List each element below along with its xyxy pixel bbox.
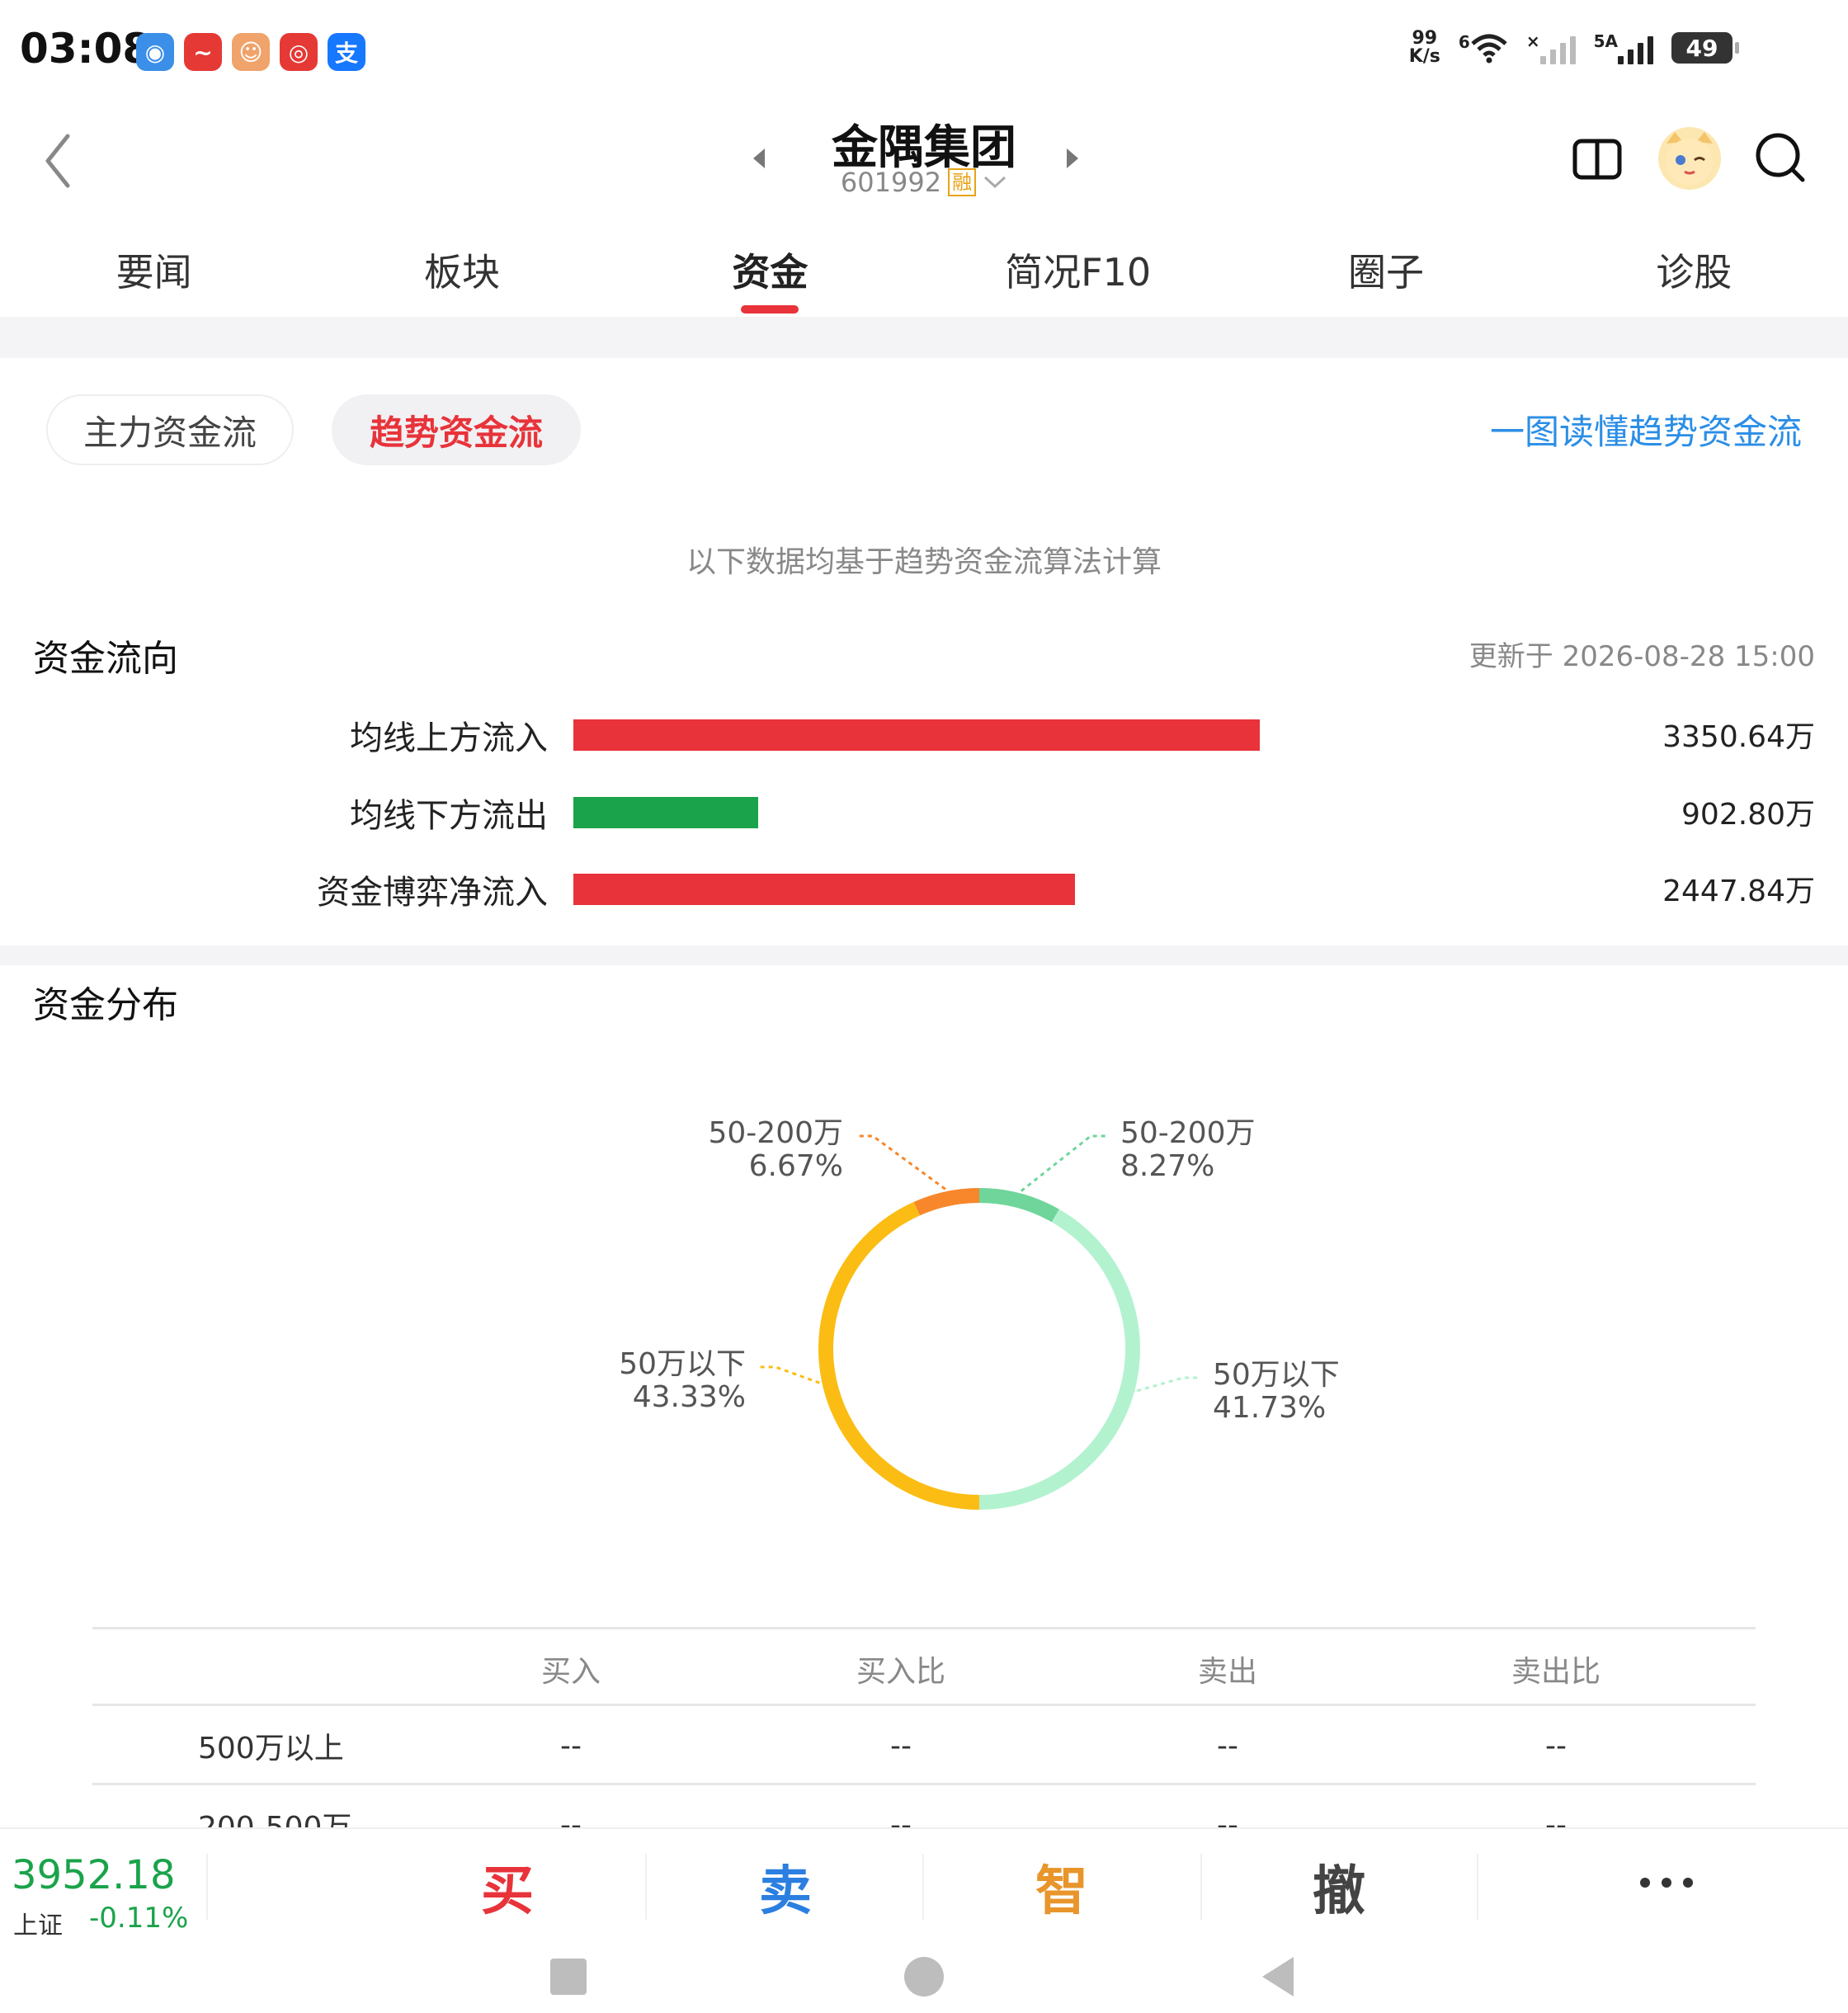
donut-slice-label: 50-200万 [708, 1116, 843, 1150]
tab-sector[interactable]: 板块 [308, 223, 615, 314]
flow-row-inflow: 均线上方流入 3350.64万 [0, 706, 1848, 757]
notification-app-icons: ◉ ~ ☺ ◎ 支 [136, 33, 365, 71]
algorithm-note: 以下数据均基于趋势资金流算法计算 [686, 545, 1162, 579]
index-price: 3952.18 [12, 1852, 176, 1898]
cell-sell-ratio: -- [1545, 1728, 1567, 1763]
donut-slice [913, 1188, 980, 1216]
chevron-down-icon [984, 176, 1006, 189]
home-button[interactable] [904, 1957, 944, 1996]
section-divider [0, 945, 1848, 965]
next-stock-icon[interactable] [1060, 142, 1085, 175]
separator [1200, 1854, 1202, 1920]
tab-news[interactable]: 要闻 [0, 223, 308, 314]
system-back-button[interactable] [1262, 1957, 1294, 1996]
donut-slice-percent: 6.67% [749, 1149, 843, 1183]
flow-value: 3350.64万 [1662, 720, 1815, 754]
game-app-icon: ☺ [232, 33, 270, 71]
tab-funds[interactable]: 资金 [616, 223, 924, 314]
status-time: 03:08 [20, 25, 152, 73]
cancel-order-button[interactable]: 撤 [1256, 1846, 1421, 1928]
update-time: 更新于 2026-08-28 15:00 [1468, 640, 1815, 673]
donut-slice [978, 1209, 1140, 1510]
stock-code: 601992 [840, 167, 942, 198]
separator [1477, 1854, 1478, 1920]
donut-slice-percent: 8.27% [1120, 1149, 1214, 1183]
flow-bar [573, 874, 1075, 905]
header-buy: 买入 [540, 1655, 601, 1689]
donut-leader-line [856, 1134, 946, 1190]
status-indicators: 99 K/s 6 × 5A 49 [1408, 28, 1739, 67]
fund-flow-title: 资金流向 [33, 638, 178, 680]
system-nav-bar [0, 1939, 1848, 2013]
table-header: 买入 买入比 卖出 卖出比 [92, 1627, 1756, 1706]
stock-code-row[interactable]: 601992 融 [0, 167, 1848, 198]
row-label: 500万以上 [198, 1732, 344, 1766]
flow-value: 2447.84万 [1662, 874, 1815, 908]
donut-leader-line [1020, 1134, 1107, 1192]
separator [922, 1854, 924, 1920]
stock-header: 金隅集团 601992 融 [0, 107, 1848, 214]
header-sell: 卖出 [1197, 1655, 1257, 1689]
flow-label: 均线下方流出 [350, 797, 548, 835]
donut-slice-percent: 43.33% [633, 1380, 746, 1414]
wifi-icon: 6 [1459, 32, 1508, 64]
trend-flow-guide-link[interactable]: 一图读懂趋势资金流 [1490, 404, 1802, 455]
tab-f10-overview[interactable]: 简况F10 [924, 223, 1232, 314]
header-sell-ratio: 卖出比 [1511, 1655, 1600, 1689]
header-buy-ratio: 买入比 [856, 1655, 945, 1689]
flow-bar [573, 797, 759, 828]
buy-button[interactable]: 买 [425, 1846, 590, 1928]
donut-slice [978, 1188, 1059, 1223]
subtab-trend-fund-flow[interactable]: 趋势资金流 [332, 394, 581, 465]
browser-app-icon: ◉ [136, 33, 174, 71]
tab-community[interactable]: 圈子 [1232, 223, 1539, 314]
table-row: 500万以上 -- -- -- -- [92, 1706, 1756, 1785]
flow-row-outflow: 均线下方流出 902.80万 [0, 784, 1848, 835]
more-icon[interactable] [1629, 1862, 1704, 1903]
donut-slice-percent: 41.73% [1213, 1391, 1326, 1425]
avatar[interactable] [1658, 127, 1721, 190]
donut-slice-label: 50-200万 [1120, 1116, 1256, 1150]
signal-sim1-icon: × [1526, 31, 1576, 64]
index-name: 上证 [13, 1912, 63, 1940]
flow-value: 902.80万 [1681, 798, 1815, 832]
donut-leader-line [759, 1365, 820, 1384]
subtab-main-fund-flow[interactable]: 主力资金流 [46, 394, 294, 465]
tab-diagnosis[interactable]: 诊股 [1540, 223, 1848, 314]
fund-distribution-donut-chart: 50-200万8.27%50万以下41.73%50万以下43.33%50-200… [619, 1116, 1340, 1510]
split-view-icon[interactable] [1572, 136, 1623, 182]
active-tab-indicator [741, 305, 799, 314]
donut-slice [818, 1201, 980, 1510]
network-speed: 99 K/s [1408, 28, 1440, 67]
flow-label: 均线上方流入 [350, 719, 548, 757]
flow-bar [573, 719, 1260, 751]
fund-distribution-title: 资金分布 [33, 984, 178, 1026]
signal-sim2-icon: 5A [1594, 31, 1653, 64]
trade-bar: 3952.18 上证 -0.11% 买 卖 智 撤 [0, 1827, 1848, 1940]
donut-slice-label: 50万以下 [1213, 1358, 1340, 1392]
separator [645, 1854, 647, 1920]
margin-trading-badge: 融 [948, 168, 977, 196]
flow-label: 资金博弈净流入 [317, 874, 548, 912]
stock-app-icon: ~ [184, 33, 222, 71]
index-change: -0.11% [89, 1902, 189, 1935]
main-tabs: 要闻 板块 资金 简况F10 圈子 诊股 [0, 223, 1848, 314]
cell-sell: -- [1217, 1728, 1238, 1763]
smart-trade-button[interactable]: 智 [979, 1846, 1144, 1928]
separator [206, 1854, 208, 1920]
cell-buy: -- [560, 1728, 582, 1763]
alipay-app-icon: 支 [328, 33, 365, 71]
recent-apps-button[interactable] [550, 1959, 587, 1995]
donut-slice-label: 50万以下 [619, 1347, 746, 1381]
camera-app-icon: ◎ [280, 33, 318, 71]
status-bar: 03:08 ◉ ~ ☺ ◎ 支 99 K/s 6 × 5A 49 [0, 0, 1848, 107]
flow-row-net-inflow: 资金博弈净流入 2447.84万 [0, 860, 1848, 912]
donut-leader-line [1136, 1376, 1200, 1393]
cell-buy-ratio: -- [890, 1728, 912, 1763]
section-divider [0, 317, 1848, 358]
sell-button[interactable]: 卖 [703, 1846, 868, 1928]
search-icon[interactable] [1753, 130, 1808, 185]
battery-icon: 49 [1671, 32, 1739, 64]
